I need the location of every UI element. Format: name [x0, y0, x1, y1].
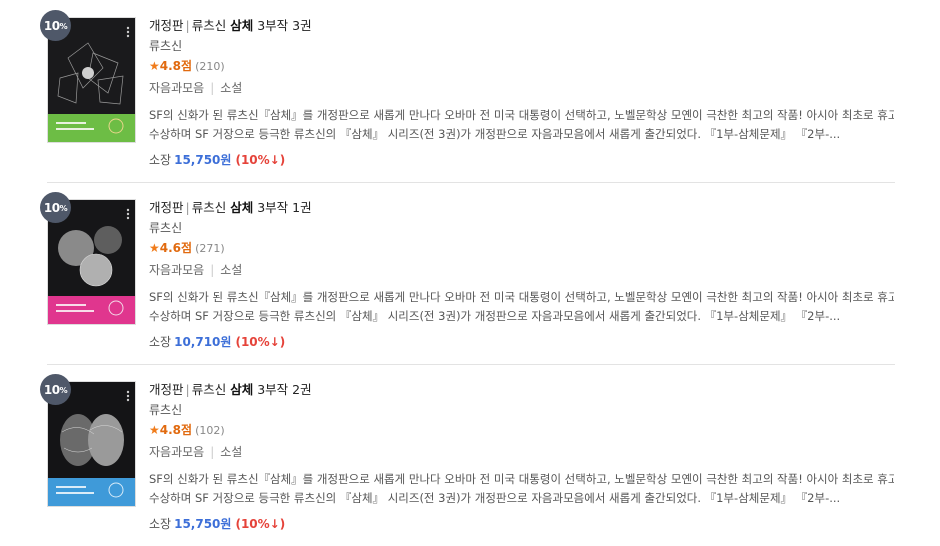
book-meta: 자음과모음 | 소설: [149, 81, 243, 95]
book-list: 10% 삼체 개정판|류츠신: [0, 0, 940, 540]
book-title[interactable]: 개정판 | 류츠신 삼체 3부작 1권: [149, 199, 909, 217]
book-rating: ★4.8점 (210): [149, 59, 225, 73]
publisher-link[interactable]: 자음과모음: [149, 81, 204, 95]
book-meta: 자음과모음 | 소설: [149, 263, 243, 277]
book-price: 소장 10,710원 (10%↓): [149, 335, 286, 349]
book-title[interactable]: 개정판 | 류츠신 삼체 3부작 3권: [149, 17, 909, 35]
publisher-link[interactable]: 자음과모음: [149, 445, 204, 459]
discount-badge: 10%: [40, 10, 71, 41]
book-description: SF의 신화가 된 류츠신『삼체』를 개정판으로 새롭게 만나다 오바마 전 미…: [149, 108, 894, 141]
discount-badge: 10%: [40, 374, 71, 405]
book-rating: ★4.8점 (102): [149, 423, 225, 437]
discount-badge: 10%: [40, 192, 71, 223]
book-description: SF의 신화가 된 류츠신『삼체』를 개정판으로 새롭게 만나다 오바마 전 미…: [149, 290, 894, 323]
book-author[interactable]: 류츠신: [149, 220, 909, 236]
book-info: 개정판 | 류츠신 삼체 3부작 3권 류츠신 ★4.8점 (210) 자음과모음 | 소…: [149, 17, 909, 168]
book-rating: ★4.6점 (271): [149, 241, 225, 255]
book-info: 개정판 | 류츠신 삼체 3부작 1권 류츠신 ★4.6점 (271) 자음과모음 | 소…: [149, 199, 909, 350]
star-icon: ★: [149, 59, 160, 73]
category-link[interactable]: 소설: [220, 263, 242, 277]
book-item: 10% 삼체 개정판|류츠신 삼체 3부작 1권 류츠신: [0, 182, 940, 365]
category-link[interactable]: 소설: [220, 81, 242, 95]
publisher-link[interactable]: 자음과모음: [149, 263, 204, 277]
book-description: SF의 신화가 된 류츠신『삼체』를 개정판으로 새롭게 만나다 오바마 전 미…: [149, 472, 894, 505]
book-item: 10% 삼체 개정판|류츠신 삼체: [0, 364, 940, 546]
star-icon: ★: [149, 423, 160, 437]
book-title[interactable]: 개정판 | 류츠신 삼체 3부작 2권: [149, 381, 909, 399]
book-info: 개정판 | 류츠신 삼체 3부작 2권 류츠신 ★4.8점 (102) 자음과모음 | 소…: [149, 381, 909, 532]
star-icon: ★: [149, 241, 160, 255]
book-author[interactable]: 류츠신: [149, 38, 909, 54]
book-price: 소장 15,750원 (10%↓): [149, 153, 286, 167]
book-author[interactable]: 류츠신: [149, 402, 909, 418]
book-meta: 자음과모음 | 소설: [149, 445, 243, 459]
category-link[interactable]: 소설: [220, 445, 242, 459]
book-item: 10% 삼체 개정판|류츠신: [0, 0, 940, 183]
book-price: 소장 15,750원 (10%↓): [149, 517, 286, 531]
